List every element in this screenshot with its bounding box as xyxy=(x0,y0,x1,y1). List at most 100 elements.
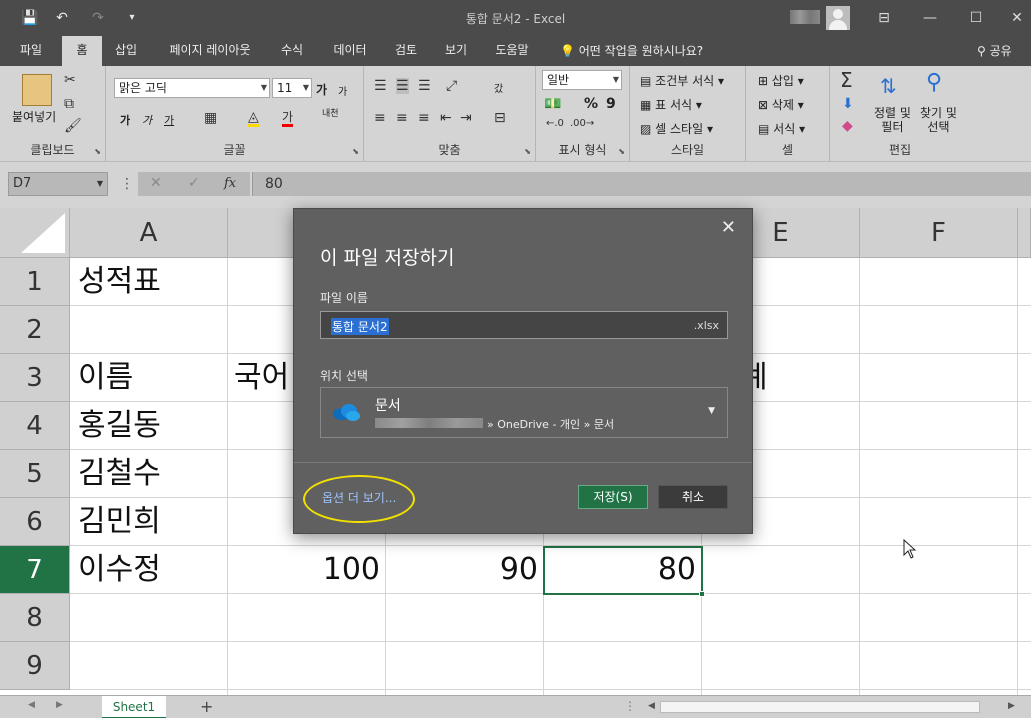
align-top-icon[interactable]: ☰ xyxy=(374,78,387,94)
cell-A6[interactable]: 김민희 xyxy=(78,498,161,546)
minimize-button[interactable]: — xyxy=(916,6,944,30)
find-select-icon[interactable]: ⚲ xyxy=(926,70,942,95)
font-color-icon[interactable]: 가 xyxy=(282,110,294,127)
alignment-launcher-icon[interactable]: ⬊ xyxy=(524,147,531,156)
tab-formulas[interactable]: 수식 xyxy=(272,36,312,66)
more-options-link[interactable]: 옵션 더 보기... xyxy=(322,489,396,506)
tab-insert[interactable]: 삽입 xyxy=(106,36,146,66)
cell-A7[interactable]: 이수정 xyxy=(78,546,161,594)
align-bottom-icon[interactable]: ☰ xyxy=(418,78,431,94)
row-header-7[interactable]: 7 xyxy=(0,546,70,594)
tab-file[interactable]: 파일 xyxy=(8,36,54,66)
font-name-combo[interactable]: 맑은 고딕 ▼ xyxy=(114,78,270,98)
font-launcher-icon[interactable]: ⬊ xyxy=(352,147,359,156)
format-as-table-button[interactable]: ▦ 표 서식 ▾ xyxy=(640,96,702,113)
fill-handle[interactable] xyxy=(699,591,705,597)
find-select-button[interactable]: 찾기 및 선택 xyxy=(920,106,957,134)
tab-page-layout[interactable]: 페이지 레이아웃 xyxy=(158,36,262,66)
cancel-button[interactable]: 취소 xyxy=(658,485,728,509)
sort-filter-icon[interactable]: ⇅ xyxy=(880,74,897,98)
dialog-close-icon[interactable]: ✕ xyxy=(721,217,736,238)
save-button[interactable]: 저장(S) xyxy=(578,485,648,509)
hscroll-right-icon[interactable]: ▶ xyxy=(1008,701,1015,711)
scroll-tabs-left-icon[interactable]: ◀ xyxy=(28,700,35,710)
tab-view[interactable]: 보기 xyxy=(436,36,476,66)
insert-cells-button[interactable]: ⊞ 삽입 ▾ xyxy=(758,72,804,89)
cell-styles-button[interactable]: ▨ 셀 스타일 ▾ xyxy=(640,120,713,137)
decrease-decimal-icon[interactable]: .00→ xyxy=(570,118,594,129)
scroll-tabs-right-icon[interactable]: ▶ xyxy=(56,700,63,710)
shrink-font-button[interactable]: 가 xyxy=(338,83,347,98)
new-sheet-icon[interactable]: + xyxy=(200,697,213,716)
grow-font-button[interactable]: 가 xyxy=(316,81,327,98)
underline-button[interactable]: 가 xyxy=(164,112,174,128)
wrap-text-button[interactable]: 갔 xyxy=(494,80,503,95)
number-format-combo[interactable]: 일반 ▼ xyxy=(542,70,622,90)
cut-icon[interactable]: ✂ xyxy=(64,72,76,88)
percent-style-button[interactable]: % xyxy=(584,96,598,112)
conditional-formatting-button[interactable]: ▤ 조건부 서식 ▾ xyxy=(640,72,724,89)
tell-me-search[interactable]: 💡 어떤 작업을 원하시나요? xyxy=(560,42,703,59)
column-header-G[interactable] xyxy=(1018,208,1031,258)
autosum-icon[interactable]: Σ xyxy=(840,68,853,92)
clear-icon[interactable]: ◆ xyxy=(842,118,853,134)
column-header-F[interactable]: F xyxy=(860,208,1018,258)
user-avatar[interactable] xyxy=(826,6,850,30)
accounting-format-icon[interactable]: 💵 xyxy=(544,96,561,112)
cancel-entry-icon[interactable]: ✕ xyxy=(150,175,162,191)
row-header-9[interactable]: 9 xyxy=(0,642,70,690)
tab-review[interactable]: 검토 xyxy=(386,36,426,66)
sheet-tab-sheet1[interactable]: Sheet1 xyxy=(102,696,166,718)
filename-input[interactable]: 통합 문서2 .xlsx xyxy=(320,311,728,339)
hscroll-left-icon[interactable]: ◀ xyxy=(648,701,655,711)
maximize-button[interactable]: ☐ xyxy=(962,6,990,30)
bold-button[interactable]: 가 xyxy=(120,112,130,128)
delete-cells-button[interactable]: ⊠ 삭제 ▾ xyxy=(758,96,804,113)
align-right-icon[interactable]: ≡ xyxy=(418,110,430,126)
cell-A4[interactable]: 홍길동 xyxy=(78,402,161,450)
name-box[interactable]: D7 ▼ xyxy=(8,172,108,196)
tab-home[interactable]: 홈 xyxy=(62,36,102,66)
insert-function-icon[interactable]: fx xyxy=(224,176,236,191)
ribbon-display-options-icon[interactable]: ⊟ xyxy=(870,6,898,30)
cell-B7[interactable]: 100 xyxy=(228,546,380,594)
cell-A3[interactable]: 이름 xyxy=(78,354,133,402)
comma-style-button[interactable]: 9 xyxy=(606,96,616,112)
fill-color-icon[interactable]: ◬ xyxy=(248,110,259,127)
increase-indent-icon[interactable]: ⇥ xyxy=(460,110,472,126)
share-button[interactable]: ⚲ 공유 xyxy=(977,42,1012,59)
row-header-6[interactable]: 6 xyxy=(0,498,70,546)
row-header-4[interactable]: 4 xyxy=(0,402,70,450)
format-painter-icon[interactable]: 🖌 xyxy=(64,118,82,134)
tab-splitter-icon[interactable]: ⋮ xyxy=(624,699,636,713)
tab-data[interactable]: 데이터 xyxy=(322,36,378,66)
increase-decimal-icon[interactable]: ←.0 xyxy=(546,118,564,129)
horizontal-scrollbar[interactable] xyxy=(660,701,980,713)
merge-center-icon[interactable]: ⊟ xyxy=(494,110,506,126)
enter-icon[interactable]: ✓ xyxy=(188,175,200,191)
cell-A5[interactable]: 김철수 xyxy=(78,450,161,498)
row-header-8[interactable]: 8 xyxy=(0,594,70,642)
phonetic-button[interactable]: 내천 xyxy=(322,110,342,119)
clipboard-launcher-icon[interactable]: ⬊ xyxy=(94,147,101,156)
cell-B3[interactable]: 국어 xyxy=(234,354,289,402)
cell-C7[interactable]: 90 xyxy=(386,546,538,594)
align-center-icon[interactable]: ≡ xyxy=(396,110,408,126)
row-header-1[interactable]: 1 xyxy=(0,258,70,306)
format-cells-button[interactable]: ▤ 서식 ▾ xyxy=(758,120,805,137)
close-window-button[interactable]: ✕ xyxy=(1003,6,1031,30)
font-size-combo[interactable]: 11 ▼ xyxy=(272,78,312,98)
column-header-A[interactable]: A xyxy=(70,208,228,258)
formula-input[interactable]: 80 xyxy=(252,172,1031,196)
fill-icon[interactable]: ⬇ xyxy=(842,96,854,112)
sort-filter-button[interactable]: 정렬 및 필터 xyxy=(874,106,911,134)
italic-button[interactable]: 가 xyxy=(142,112,152,128)
filename-value[interactable]: 통합 문서2 xyxy=(331,318,389,335)
row-header-2[interactable]: 2 xyxy=(0,306,70,354)
number-launcher-icon[interactable]: ⬊ xyxy=(618,147,625,156)
row-header-3[interactable]: 3 xyxy=(0,354,70,402)
location-dropdown[interactable]: 문서 » OneDrive - 개인 » 문서 ▼ xyxy=(320,387,728,438)
select-all-corner[interactable] xyxy=(0,208,70,258)
paste-icon[interactable] xyxy=(22,74,52,106)
borders-icon[interactable]: ▦ xyxy=(204,110,217,126)
